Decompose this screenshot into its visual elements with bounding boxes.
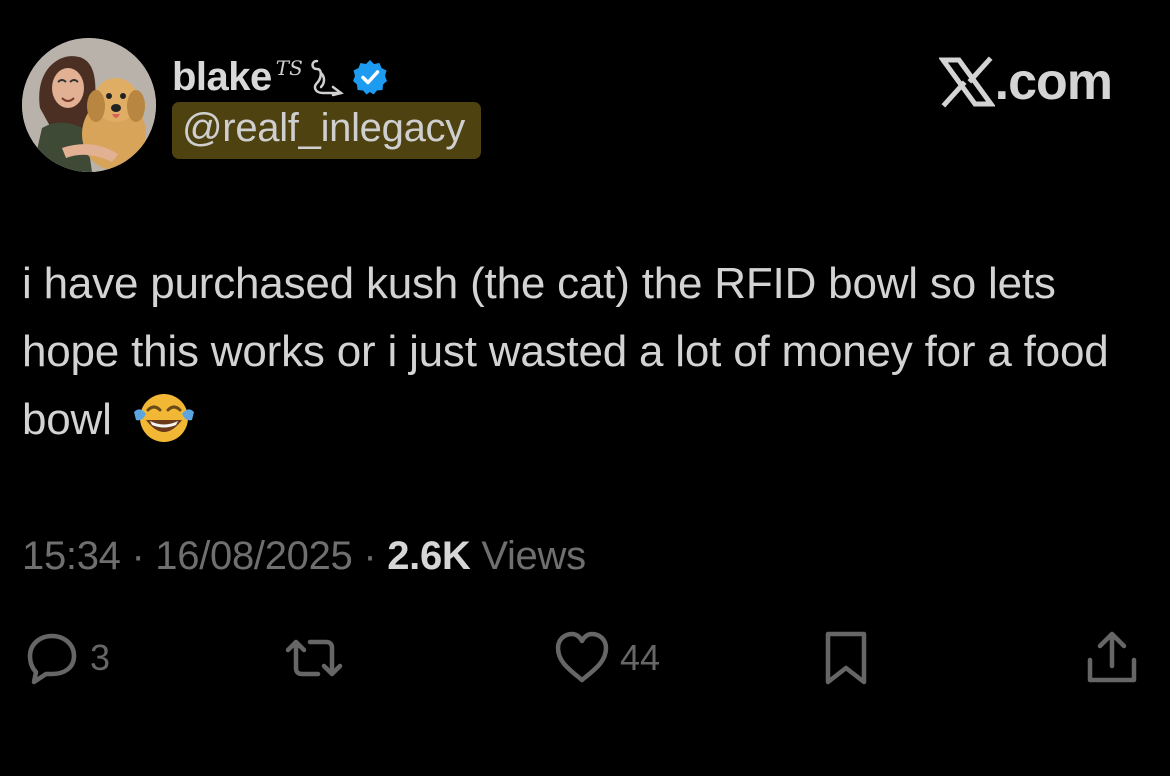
heart-icon <box>555 631 609 683</box>
handle-highlight: @realf_inlegacy <box>172 102 481 159</box>
name-decoration: TS <box>275 56 303 80</box>
tweet-body: i have purchased kush (the cat) the RFID… <box>22 250 1152 454</box>
repost-button[interactable] <box>284 628 344 688</box>
tears-of-joy-emoji-icon <box>132 388 196 446</box>
x-logo-icon <box>938 56 995 108</box>
brand-domain: .com <box>994 53 1113 111</box>
verified-badge-icon <box>351 58 389 96</box>
reply-button[interactable]: 3 <box>22 628 110 688</box>
views-count: 2.6K <box>387 534 471 578</box>
tweet-time[interactable]: 15:34 <box>22 534 121 578</box>
display-name[interactable]: blake <box>172 55 272 100</box>
repost-icon <box>285 639 343 677</box>
avatar[interactable] <box>22 38 156 172</box>
user-names: blake TS @realf_inlegacy <box>172 52 481 159</box>
tweet-header: blake TS @realf_inlegacy .com <box>22 38 1148 178</box>
tweet-date[interactable]: 16/08/2025 <box>155 534 353 578</box>
reply-count: 3 <box>90 637 111 678</box>
meta-separator: · <box>131 534 145 578</box>
bookmark-button[interactable] <box>816 628 876 688</box>
like-button[interactable]: 44 <box>552 628 660 688</box>
meta-separator: · <box>363 534 377 578</box>
x-brand: .com <box>938 52 1113 112</box>
tweet-meta: 15:34 · 16/08/2025 · 2.6K Views <box>22 534 586 579</box>
snake-emoji-icon <box>309 57 345 97</box>
action-bar: 3 44 <box>22 628 1148 692</box>
views-label: Views <box>481 534 586 578</box>
name-row: blake TS <box>172 52 481 102</box>
bookmark-icon <box>825 631 867 685</box>
share-button[interactable] <box>1082 628 1142 688</box>
reply-icon <box>27 633 77 685</box>
user-handle[interactable]: @realf_inlegacy <box>182 106 465 150</box>
share-icon <box>1087 631 1137 683</box>
like-count: 44 <box>620 637 661 678</box>
